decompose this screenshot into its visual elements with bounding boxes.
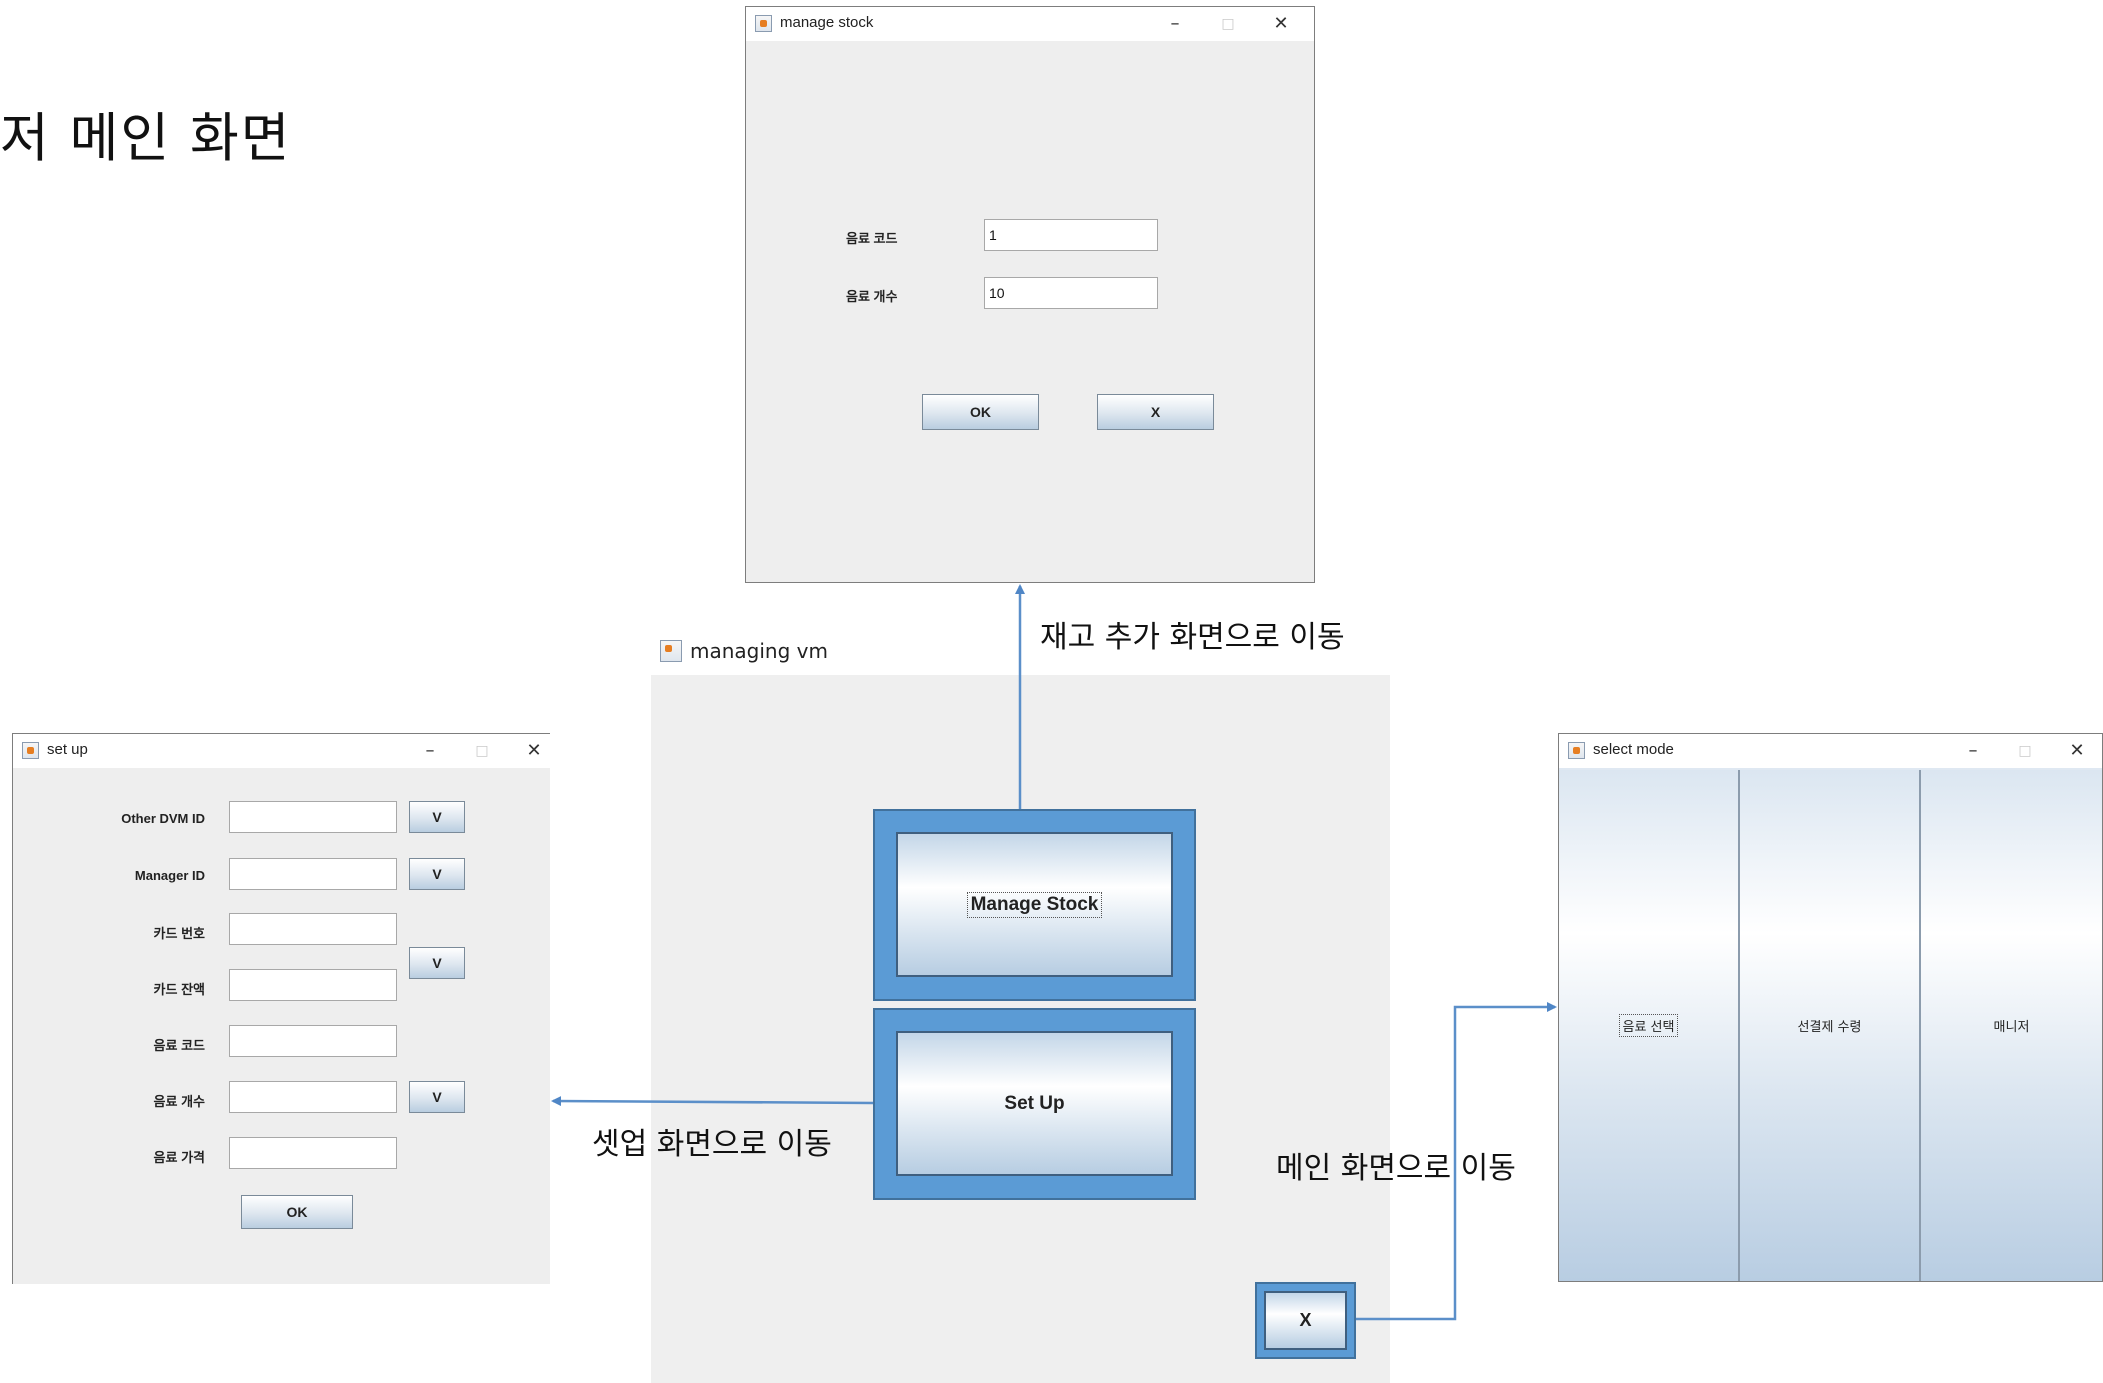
arrow-to-setup (551, 1096, 874, 1107)
annotation-to-setup: 셋업 화면으로 이동 (592, 1127, 832, 1162)
annotation-to-main: 메인 화면으로 이동 (1276, 1151, 1516, 1186)
annotation-to-stock: 재고 추가 화면으로 이동 (1040, 620, 1345, 655)
flow-arrows (551, 584, 1557, 1321)
